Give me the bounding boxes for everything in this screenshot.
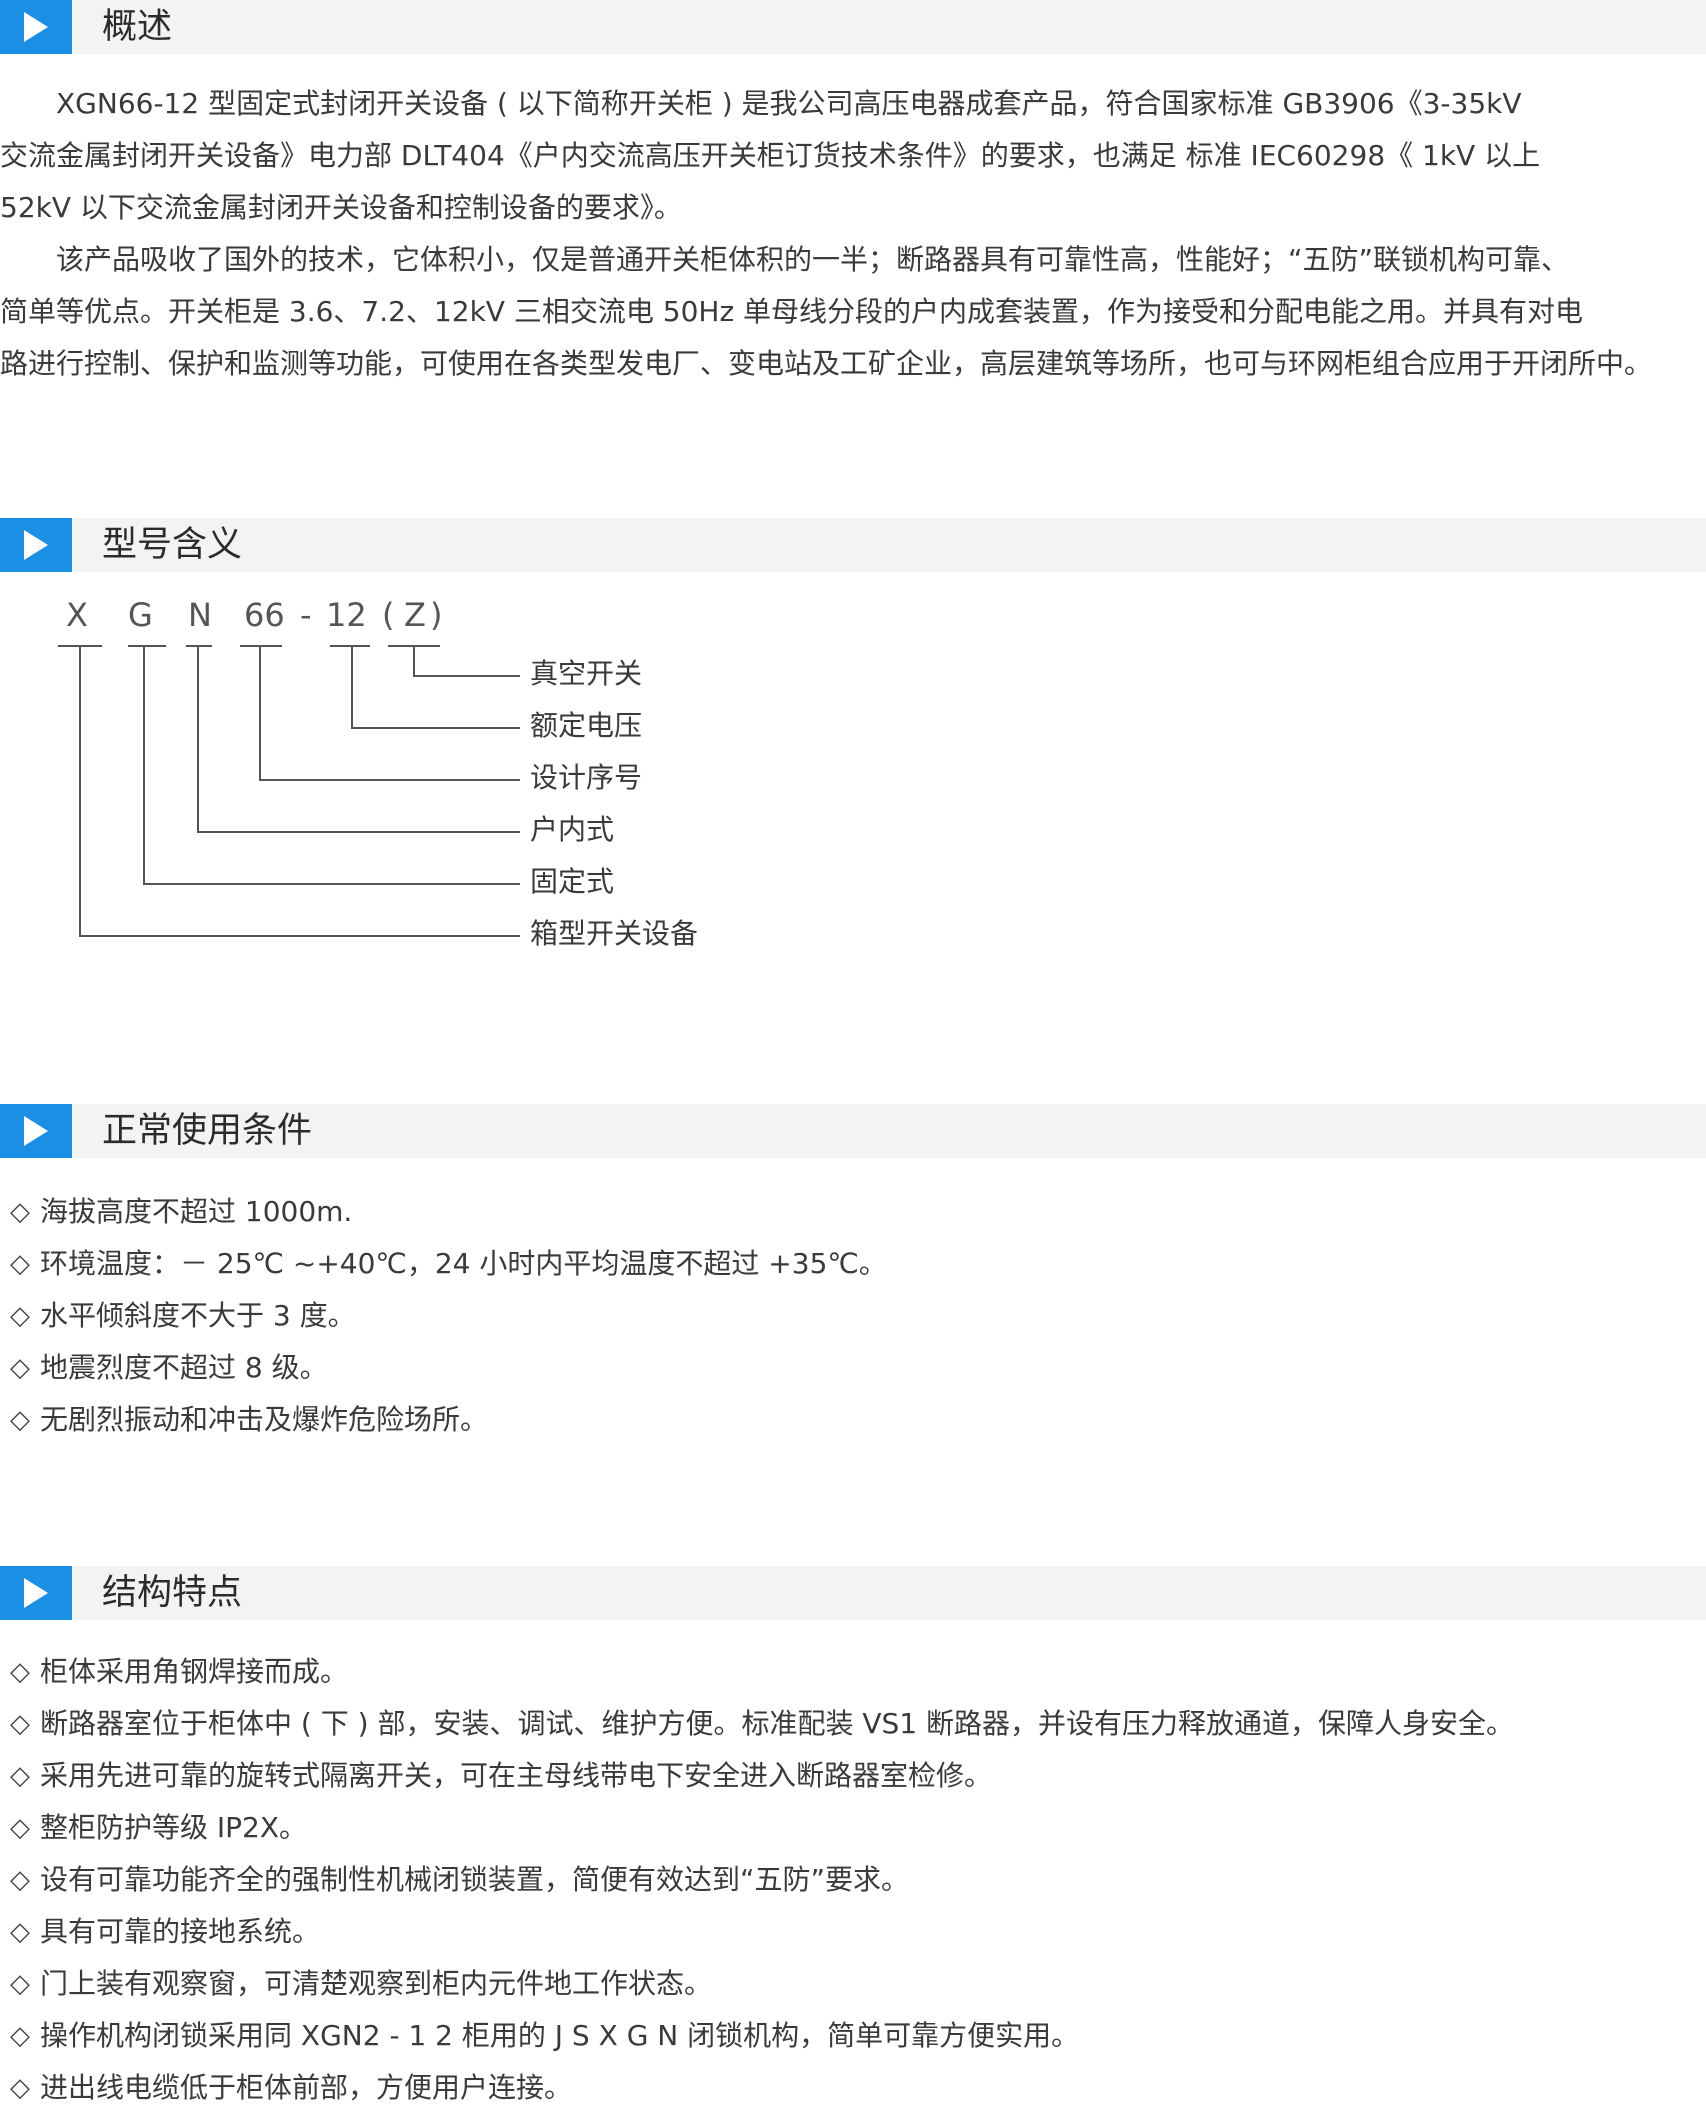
text-line: 交流金属封闭开关设备》电力部 DLT404《户内交流高压开关柜订货技术条件》的要…: [0, 139, 1541, 172]
list-item-text: 海拔高度不超过 1000m.: [40, 1195, 353, 1228]
list-item-text: 环境温度：－ 25℃ ~+40℃，24 小时内平均温度不超过 +35℃。: [40, 1247, 887, 1280]
diamond-bullet-icon: ◇: [10, 1813, 30, 1843]
leader-line-voltage: [351, 646, 520, 729]
list-item: ◇ 整柜防护等级 IP2X。: [0, 1802, 1706, 1854]
features-list: ◇ 柜体采用角钢焊接而成。 ◇ 断路器室位于柜体中 ( 下 ) 部，安装、调试、维护…: [0, 1646, 1706, 2114]
list-item-text: 具有可靠的接地系统。: [40, 1915, 321, 1948]
leader-line-vacuum: [413, 646, 520, 677]
diamond-bullet-icon: ◇: [10, 1969, 30, 1999]
list-item-text: 操作机构闭锁采用同 XGN2 - 1 2 柜用的 J S X G N 闭锁机构，…: [40, 2019, 1080, 2052]
model-label-box: 箱型开关设备: [530, 917, 699, 950]
list-item: ◇ 门上装有观察窗，可清楚观察到柜内元件地工作状态。: [0, 1958, 1706, 2010]
list-item: ◇ 海拔高度不超过 1000m.: [0, 1186, 1706, 1238]
diamond-bullet-icon: ◇: [10, 1657, 30, 1687]
diamond-bullet-icon: ◇: [10, 1197, 30, 1227]
diamond-bullet-icon: ◇: [10, 2021, 30, 2051]
diamond-bullet-icon: ◇: [10, 1249, 30, 1279]
list-item-text: 设有可靠功能齐全的强制性机械闭锁装置，简便有效达到“五防”要求。: [40, 1863, 910, 1896]
list-item-text: 采用先进可靠的旋转式隔离开关，可在主母线带电下安全进入断路器室检修。: [40, 1759, 993, 1792]
diamond-bullet-icon: ◇: [10, 1761, 30, 1791]
list-item: ◇ 进出线电缆低于柜体前部，方便用户连接。: [0, 2062, 1706, 2114]
diamond-bullet-icon: ◇: [10, 1405, 30, 1435]
list-item: ◇ 操作机构闭锁采用同 XGN2 - 1 2 柜用的 J S X G N 闭锁机构…: [0, 2010, 1706, 2062]
list-item-text: 整柜防护等级 IP2X。: [40, 1811, 308, 1844]
list-item: ◇ 具有可靠的接地系统。: [0, 1906, 1706, 1958]
play-triangle-icon: [24, 1578, 48, 1608]
text-line: 该产品吸收了国外的技术，它体积小，仅是普通开关柜体积的一半；断路器具有可靠性高，…: [0, 243, 1570, 276]
list-item: ◇ 无剧烈振动和冲击及爆炸危险场所。: [0, 1394, 1706, 1446]
conditions-list: ◇ 海拔高度不超过 1000m. ◇ 环境温度：－ 25℃ ~+40℃，24 小时内…: [0, 1186, 1706, 1446]
list-item: ◇ 水平倾斜度不大于 3 度。: [0, 1290, 1706, 1342]
leader-line-indoor: [197, 646, 520, 833]
section-title: 结构特点: [102, 1573, 243, 1613]
model-label-vacuum: 真空开关: [530, 657, 643, 690]
model-label-indoor: 户内式: [530, 813, 615, 846]
section-header-conditions: 正常使用条件: [0, 1104, 1706, 1158]
section-header-model: 型号含义: [0, 518, 1706, 572]
diamond-bullet-icon: ◇: [10, 1709, 30, 1739]
leader-line-fixed: [143, 646, 520, 885]
list-item: ◇ 环境温度：－ 25℃ ~+40℃，24 小时内平均温度不超过 +35℃。: [0, 1238, 1706, 1290]
section-title: 型号含义: [102, 525, 243, 565]
list-item-text: 进出线电缆低于柜体前部，方便用户连接。: [40, 2071, 573, 2104]
section-marker: [0, 1104, 72, 1158]
play-triangle-icon: [24, 12, 48, 42]
list-item-text: 门上装有观察窗，可清楚观察到柜内元件地工作状态。: [40, 1967, 713, 2000]
text-line: XGN66-12 型固定式封闭开关设备 ( 以下简称开关柜 ) 是我公司高压电器…: [0, 87, 1522, 120]
list-item-text: 断路器室位于柜体中 ( 下 ) 部，安装、调试、维护方便。标准配装 VS1 断路…: [40, 1707, 1514, 1740]
section-header-overview: 概述: [0, 0, 1706, 54]
section-marker: [0, 1566, 72, 1620]
list-item: ◇ 采用先进可靠的旋转式隔离开关，可在主母线带电下安全进入断路器室检修。: [0, 1750, 1706, 1802]
diamond-bullet-icon: ◇: [10, 1301, 30, 1331]
section-title: 正常使用条件: [102, 1111, 313, 1151]
list-item-text: 水平倾斜度不大于 3 度。: [40, 1299, 356, 1332]
list-item-text: 柜体采用角钢焊接而成。: [40, 1655, 349, 1688]
text-line: 简单等优点。开关柜是 3.6、7.2、12kV 三相交流电 50Hz 单母线分段…: [0, 295, 1584, 328]
leader-line-design: [259, 646, 520, 781]
model-label-fixed: 固定式: [530, 865, 615, 898]
text-line: 路进行控制、保护和监测等功能，可使用在各类型发电厂、变电站及工矿企业，高层建筑等…: [0, 347, 1653, 380]
model-label-voltage: 额定电压: [530, 709, 643, 742]
overview-paragraph: XGN66-12 型固定式封闭开关设备 ( 以下简称开关柜 ) 是我公司高压电器…: [0, 78, 1706, 390]
section-header-features: 结构特点: [0, 1566, 1706, 1620]
list-item-text: 地震烈度不超过 8 级。: [40, 1351, 328, 1384]
section-marker: [0, 0, 72, 54]
diamond-bullet-icon: ◇: [10, 1353, 30, 1383]
list-item: ◇ 柜体采用角钢焊接而成。: [0, 1646, 1706, 1698]
play-triangle-icon: [24, 530, 48, 560]
list-item: ◇ 地震烈度不超过 8 级。: [0, 1342, 1706, 1394]
diamond-bullet-icon: ◇: [10, 2073, 30, 2103]
model-label-design: 设计序号: [530, 761, 643, 794]
section-marker: [0, 518, 72, 572]
play-triangle-icon: [24, 1116, 48, 1146]
diamond-bullet-icon: ◇: [10, 1865, 30, 1895]
section-title: 概述: [102, 7, 173, 47]
list-item: ◇ 断路器室位于柜体中 ( 下 ) 部，安装、调试、维护方便。标准配装 VS1 断…: [0, 1698, 1706, 1750]
leader-line-box: [79, 646, 520, 937]
text-line: 52kV 以下交流金属封闭开关设备和控制设备的要求》。: [0, 191, 682, 224]
list-item: ◇ 设有可靠功能齐全的强制性机械闭锁装置，简便有效达到“五防”要求。: [0, 1854, 1706, 1906]
list-item-text: 无剧烈振动和冲击及爆炸危险场所。: [40, 1403, 489, 1436]
diamond-bullet-icon: ◇: [10, 1917, 30, 1947]
model-bracket-diagram: [58, 645, 520, 937]
